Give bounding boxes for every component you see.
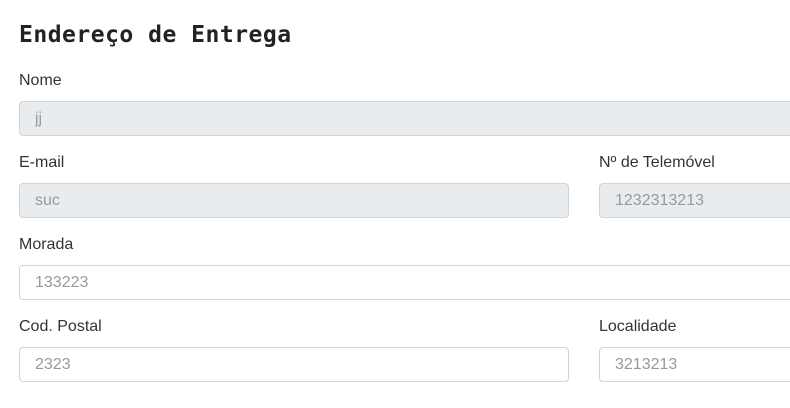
telemovel-input[interactable] [599,183,790,218]
cod-postal-input[interactable] [19,347,569,382]
localidade-label: Localidade [599,318,677,335]
localidade-input[interactable] [599,347,790,382]
nome-label: Nome [19,72,62,89]
email-input[interactable] [19,183,569,218]
morada-input[interactable] [19,265,790,300]
cod-postal-label: Cod. Postal [19,318,102,335]
morada-label: Morada [19,236,74,253]
email-label: E-mail [19,154,65,171]
form-title: Endereço de Entrega [19,22,292,48]
nome-input[interactable] [19,101,790,136]
telemovel-label: Nº de Telemóvel [599,154,715,171]
